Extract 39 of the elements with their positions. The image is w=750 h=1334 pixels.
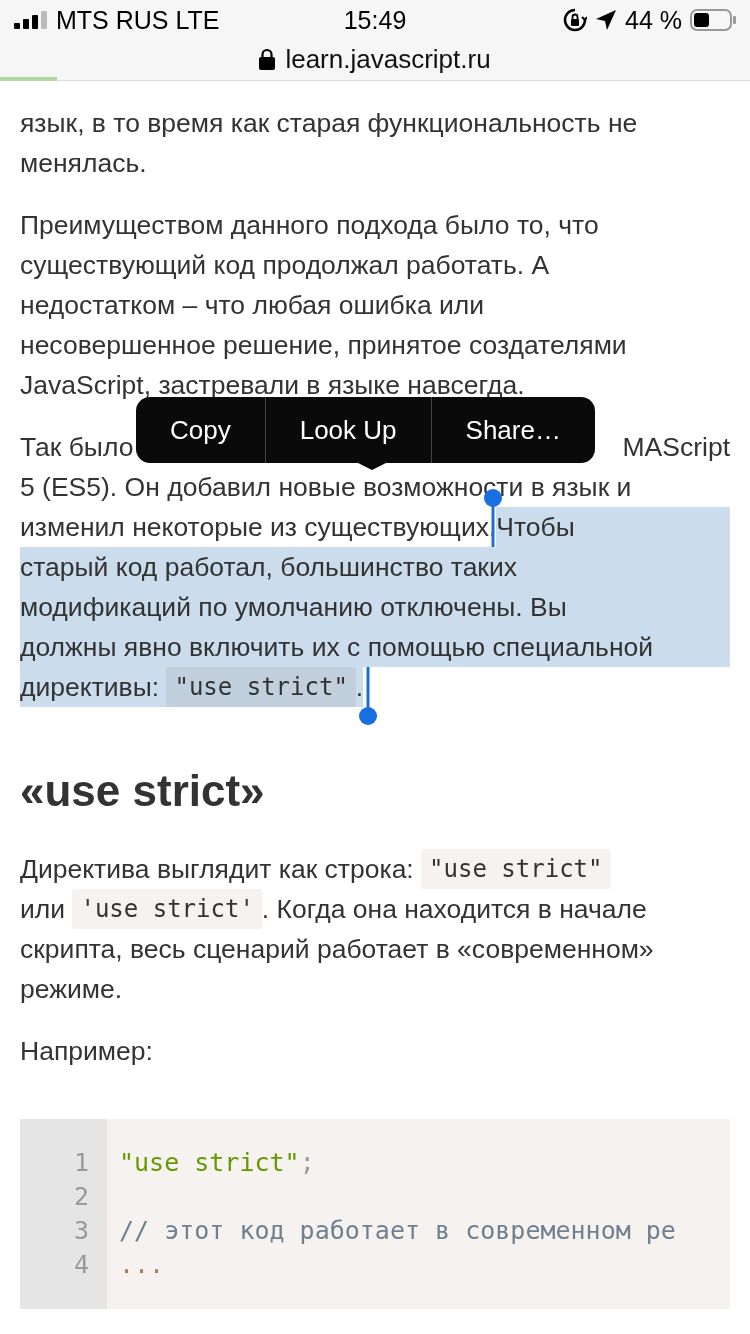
line-number: 4 <box>73 1249 90 1281</box>
paragraph-text: Так было <box>20 431 134 463</box>
battery-icon <box>690 9 736 31</box>
paragraph-text: недостатком – что любая ошибка или <box>20 289 485 321</box>
clock-text: 15:49 <box>343 5 407 35</box>
lock-icon <box>259 48 276 70</box>
code-token: ... <box>119 1249 165 1281</box>
paragraph-text: режиме. <box>20 973 123 1005</box>
paragraph-text: 5 (ES5). Он добавил новые возможности в язык и <box>20 471 632 503</box>
paragraph-text: или <box>20 893 67 925</box>
paragraph-text: существующий код продолжал работать. А <box>20 249 550 281</box>
paragraph-text: Директива выглядит как строка: <box>20 853 415 885</box>
paragraph-text: Например: <box>20 1035 153 1067</box>
paragraph-text: менялась. <box>20 147 147 179</box>
code-token: "use strict" <box>119 1147 300 1179</box>
line-number: 3 <box>73 1215 90 1247</box>
line-number: 1 <box>73 1147 90 1179</box>
paragraph-text: . Когда она находится в начале <box>261 893 647 925</box>
carrier-text: MTS RUS LTE <box>56 5 220 35</box>
section-heading: «use strict» <box>20 765 266 817</box>
paragraph-text: язык, в то время как старая функциональность не <box>20 107 638 139</box>
url-text[interactable]: learn.javascript.ru <box>285 43 491 75</box>
menu-item[interactable]: Look Up <box>264 397 431 463</box>
code-token: // этот код работает в современном ре <box>119 1215 676 1247</box>
rotation-lock-icon <box>563 8 587 32</box>
line-number: 2 <box>73 1181 90 1213</box>
code-token: ; <box>299 1147 315 1179</box>
paragraph-text: MAScript <box>622 431 730 463</box>
paragraph-text: несовершенное решение, принятое создателями <box>20 329 627 361</box>
inline-code: 'use strict' <box>72 889 262 929</box>
selection-end-handle[interactable] <box>359 667 378 725</box>
location-arrow-icon <box>595 9 617 31</box>
inline-code: "use strict" <box>421 849 611 889</box>
battery-percent-text: 44 % <box>625 5 682 35</box>
paragraph-text: Преимуществом данного подхода было то, что <box>20 209 599 241</box>
signal-icon <box>14 11 48 29</box>
menu-item[interactable]: Share… <box>430 397 595 463</box>
paragraph-text: скрипта, весь сценарий работает в «современном» <box>20 933 654 965</box>
inline-code: "use strict" <box>166 667 356 707</box>
